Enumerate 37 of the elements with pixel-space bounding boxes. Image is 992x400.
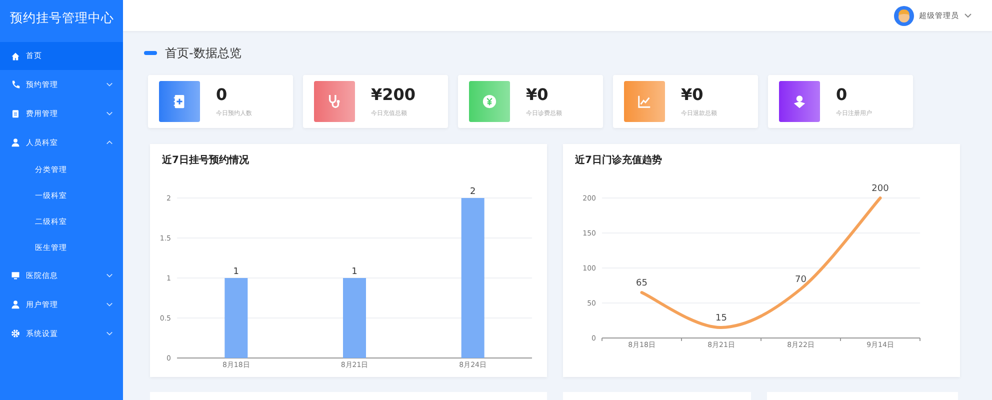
chevron-icon [106,331,113,336]
monitor-icon [11,271,20,280]
page-title: 首页-数据总览 [165,44,242,62]
chevron-icon [106,111,113,116]
stat-value: ¥0 [526,85,550,104]
stat-value: ¥200 [371,85,416,104]
title-marker [144,51,157,55]
phone-icon [11,80,20,89]
person-icon [792,94,807,109]
chevron-icon [106,140,113,145]
settings-icon [11,329,20,338]
data-label: 1 [352,267,358,277]
stat-value: ¥0 [681,85,704,104]
chart-title: 近7日门诊充值趋势 [574,153,663,168]
data-label: 200 [872,184,889,194]
person-icon [11,138,20,147]
chart-title: 近7日挂号预约情况 [161,154,250,168]
line-chart-icon [637,94,652,109]
stethoscope-icon [327,94,342,109]
clipboard-icon [11,109,20,118]
stat-value: 0 [216,85,228,104]
stat-value: 0 [836,85,848,104]
avatar-icon [894,6,914,26]
chevron-icon [106,302,113,307]
chevron-icon [106,82,113,87]
app-title: 预约挂号管理中心 [9,9,115,27]
data-label: 15 [716,314,727,324]
notebook-plus-icon [172,94,187,109]
yen-coin-icon [482,94,497,109]
data-label: 70 [795,275,806,285]
chevron-icon [964,13,972,18]
data-label: 1 [233,267,240,277]
chevron-icon [106,273,113,278]
home-icon [11,52,20,60]
data-label: 2 [470,187,476,197]
person-icon [11,300,20,309]
data-label: 65 [636,278,648,288]
